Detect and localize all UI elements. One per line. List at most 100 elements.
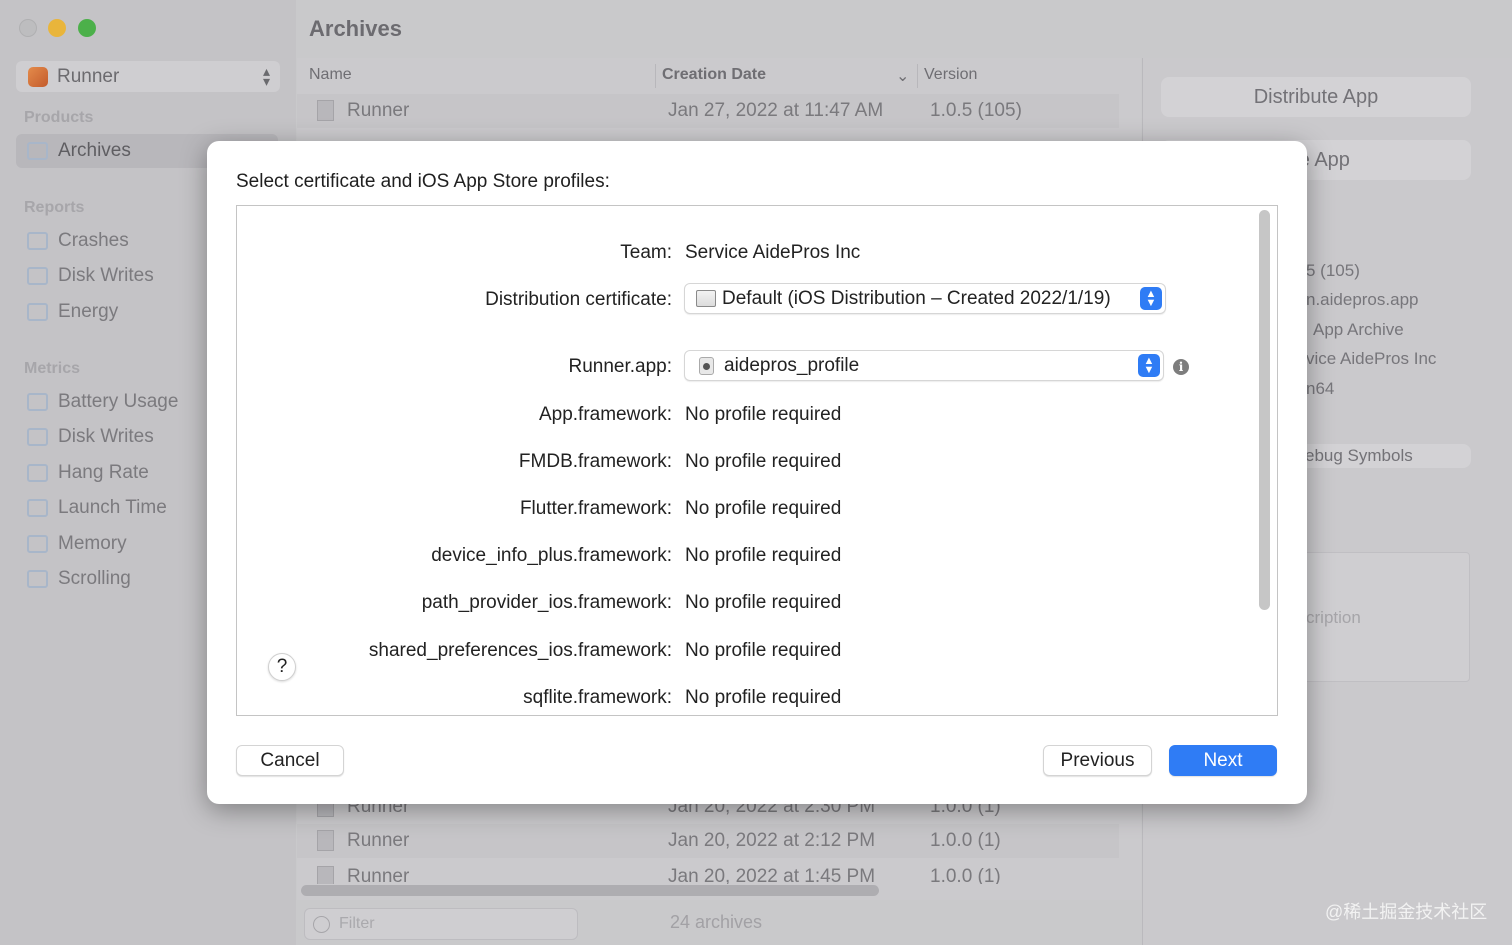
sidebar-item-label: Disk Writes xyxy=(58,265,154,286)
filter-icon xyxy=(313,916,330,933)
profiles-list: Team: Service AidePros Inc Distribution … xyxy=(236,205,1278,716)
archive-file-icon xyxy=(317,100,334,121)
row-name: Runner xyxy=(347,866,410,884)
horizontal-scrollbar[interactable] xyxy=(301,885,879,896)
framework-label: Flutter.framework: xyxy=(519,498,672,519)
scheme-label: Runner xyxy=(57,65,120,87)
column-header-creation-date[interactable]: Creation Date xyxy=(662,66,766,84)
row-version: 1.0.5 (105) xyxy=(930,100,1022,121)
cancel-button[interactable]: Cancel xyxy=(236,745,344,776)
info-icon[interactable]: i xyxy=(1173,359,1189,375)
sidebar-item-label: Scrolling xyxy=(58,568,131,589)
framework-label: device_info_plus.framework: xyxy=(431,545,672,566)
sort-chevron-icon: ⌄ xyxy=(896,68,910,85)
table-row[interactable]: Runner Jan 20, 2022 at 2:12 PM 1.0.0 (1) xyxy=(297,824,1119,858)
vertical-scrollbar[interactable] xyxy=(1259,210,1270,610)
minimize-window-button[interactable] xyxy=(48,19,66,37)
description-placeholder: cription xyxy=(1306,608,1361,627)
row-name: Runner xyxy=(347,830,410,851)
provisioning-profile-icon xyxy=(699,356,714,375)
detail-team: vice AidePros Inc xyxy=(1306,349,1437,368)
column-divider xyxy=(917,64,918,88)
runner-profile-popup[interactable]: aidepros_profile ▲ ▼ xyxy=(684,350,1164,381)
framework-label: App.framework: xyxy=(538,404,672,425)
runner-profile-value: aidepros_profile xyxy=(724,354,860,376)
row-version: 1.0.0 (1) xyxy=(930,866,1001,884)
bolt-icon xyxy=(27,303,48,321)
row-date: Jan 20, 2022 at 2:12 PM xyxy=(668,830,876,851)
framework-label: FMDB.framework: xyxy=(518,451,672,472)
certificate-value: Default (iOS Distribution – Created 2022… xyxy=(722,287,1111,309)
next-button[interactable]: Next xyxy=(1169,745,1277,776)
framework-value: No profile required xyxy=(685,498,842,519)
certificate-popup[interactable]: Default (iOS Distribution – Created 2022… xyxy=(684,283,1166,314)
detail-version: 5 (105) xyxy=(1306,261,1360,280)
detail-identifier: n.aidepros.app xyxy=(1306,290,1419,309)
clock-icon xyxy=(27,499,48,517)
close-window-button[interactable] xyxy=(19,19,37,37)
sidebar-item-label: Battery Usage xyxy=(58,391,179,412)
filter-input[interactable]: Filter xyxy=(304,908,578,940)
framework-row: Flutter.framework: No profile required xyxy=(237,494,1237,524)
framework-value: No profile required xyxy=(685,404,842,425)
sidebar-item-label: Launch Time xyxy=(58,497,167,518)
crash-icon xyxy=(27,232,48,250)
reports-header: Reports xyxy=(24,199,85,216)
archive-icon xyxy=(27,142,48,160)
framework-row: sqflite.framework: No profile required xyxy=(237,683,1237,713)
products-header: Products xyxy=(24,109,94,126)
page-title: Archives xyxy=(309,16,402,41)
archive-file-icon xyxy=(317,830,334,851)
zoom-window-button[interactable] xyxy=(78,19,96,37)
disk-icon xyxy=(27,267,48,285)
filter-placeholder: Filter xyxy=(339,915,375,932)
team-value: Service AidePros Inc xyxy=(685,242,861,263)
signing-sheet: Select certificate and iOS App Store pro… xyxy=(207,141,1307,804)
framework-label: shared_preferences_ios.framework: xyxy=(368,640,672,661)
certificate-label: Distribution certificate: xyxy=(485,289,672,310)
team-row: Team: Service AidePros Inc xyxy=(237,238,1237,268)
framework-value: No profile required xyxy=(685,545,842,566)
certificate-icon xyxy=(696,290,716,307)
chevron-updown-icon: ▲ ▼ xyxy=(1140,287,1162,310)
sidebar-item-label: Crashes xyxy=(58,230,129,251)
scrolling-icon xyxy=(27,570,48,588)
hourglass-icon xyxy=(27,464,48,482)
framework-row: App.framework: No profile required xyxy=(237,400,1237,430)
framework-row: device_info_plus.framework: No profile r… xyxy=(237,541,1237,571)
framework-label: sqflite.framework: xyxy=(523,687,672,708)
framework-value: No profile required xyxy=(685,592,842,613)
runner-label: Runner.app: xyxy=(568,356,672,377)
column-header-version[interactable]: Version xyxy=(924,66,977,84)
scheme-selector[interactable]: Runner ▴ ▾ xyxy=(16,61,280,92)
chevron-updown-icon: ▲ ▼ xyxy=(1138,354,1160,377)
sidebar-item-label: Energy xyxy=(58,301,119,322)
framework-row: FMDB.framework: No profile required xyxy=(237,447,1237,477)
table-row[interactable]: Runner Jan 27, 2022 at 11:47 AM 1.0.5 (1… xyxy=(297,94,1119,128)
sheet-title: Select certificate and iOS App Store pro… xyxy=(236,171,610,192)
column-header-name[interactable]: Name xyxy=(309,66,352,84)
distribute-app-button[interactable]: Distribute App xyxy=(1161,77,1471,117)
row-date: Jan 20, 2022 at 1:45 PM xyxy=(668,866,876,884)
table-row[interactable]: Runner Jan 20, 2022 at 1:45 PM 1.0.0 (1) xyxy=(297,860,1119,884)
battery-icon xyxy=(27,393,48,411)
framework-value: No profile required xyxy=(685,687,842,708)
sidebar-item-label: Memory xyxy=(58,533,127,554)
framework-row: path_provider_ios.framework: No profile … xyxy=(237,588,1237,618)
metrics-header: Metrics xyxy=(24,360,81,377)
row-name: Runner xyxy=(347,100,410,121)
framework-label: path_provider_ios.framework: xyxy=(421,592,672,613)
previous-button[interactable]: Previous xyxy=(1043,745,1152,776)
disk-icon xyxy=(27,428,48,446)
help-button[interactable]: ? xyxy=(268,653,296,681)
sidebar-item-label: Archives xyxy=(58,140,131,161)
app-icon xyxy=(28,66,48,87)
row-date: Jan 27, 2022 at 11:47 AM xyxy=(668,100,884,121)
detail-architecture: n64 xyxy=(1306,379,1335,398)
chevron-updown-icon: ▴ ▾ xyxy=(262,63,270,89)
framework-row: shared_preferences_ios.framework: No pro… xyxy=(237,636,1237,666)
detail-type: App Archive xyxy=(1313,320,1404,339)
column-divider xyxy=(655,64,656,88)
archive-count: 24 archives xyxy=(670,912,763,932)
framework-value: No profile required xyxy=(685,640,842,661)
